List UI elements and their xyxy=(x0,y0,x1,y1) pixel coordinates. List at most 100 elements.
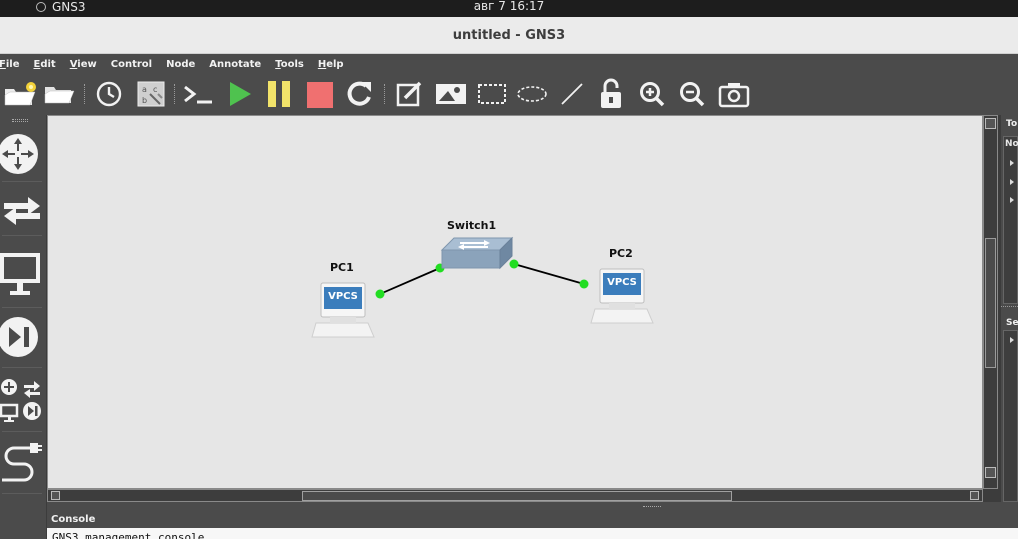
link-status-dot xyxy=(579,279,589,289)
servers-summary-title[interactable]: Se xyxy=(1006,318,1018,328)
menu-tools[interactable]: Tools xyxy=(275,59,304,70)
vpcs-badge: VPCS xyxy=(607,277,637,288)
console-output[interactable]: GNS3 management console. xyxy=(47,528,1018,539)
system-clock[interactable]: авг 7 16:17 xyxy=(0,0,1018,12)
svg-text:c: c xyxy=(153,85,157,94)
splitter-grip[interactable] xyxy=(643,506,661,507)
console-dock-header: Console xyxy=(47,512,1018,528)
add-note-icon[interactable] xyxy=(392,79,426,109)
node-pc1[interactable]: VPCS xyxy=(310,279,376,339)
topology-summary-title[interactable]: To xyxy=(1006,119,1017,129)
scroll-down-arrow[interactable] xyxy=(985,467,996,478)
draw-ellipse-icon[interactable] xyxy=(514,79,550,109)
show-interface-labels-icon[interactable]: acb xyxy=(134,79,168,109)
window-title: untitled - GNS3 xyxy=(452,28,566,43)
system-top-bar: GNS3 авг 7 16:17 xyxy=(0,0,1018,17)
stop-all-icon[interactable] xyxy=(302,79,336,109)
add-link-icon[interactable] xyxy=(0,437,44,489)
vpcs-icon xyxy=(590,268,654,324)
expand-arrow-icon[interactable] xyxy=(1010,160,1014,166)
menu-control-label: Control xyxy=(110,58,153,70)
new-project-icon[interactable] xyxy=(2,79,38,109)
insert-picture-icon[interactable] xyxy=(432,79,470,109)
dock-separator xyxy=(2,307,42,308)
gns3-screen: GNS3 авг 7 16:17 untitled - GNS3 File Ed… xyxy=(0,0,1018,539)
expand-arrow-icon[interactable] xyxy=(1010,197,1014,203)
node-label-pc2[interactable]: PC2 xyxy=(609,247,633,260)
browse-switches-icon[interactable] xyxy=(0,187,44,231)
menu-help-accel: H xyxy=(317,58,327,70)
expand-arrow-icon[interactable] xyxy=(1010,179,1014,185)
zoom-out-icon[interactable] xyxy=(676,79,708,109)
dock-separator xyxy=(2,181,42,182)
open-project-icon[interactable] xyxy=(42,79,76,109)
browse-routers-icon[interactable] xyxy=(0,131,44,177)
menu-file[interactable]: File xyxy=(0,59,19,70)
window-title-bar[interactable]: untitled - GNS3 xyxy=(0,17,1018,54)
expand-arrow-icon[interactable] xyxy=(1010,337,1014,343)
menu-bar: File Edit View Control Node Annotate Too… xyxy=(0,54,1018,74)
topology-links-layer xyxy=(375,259,589,299)
canvas-horizontal-scrollbar[interactable] xyxy=(47,489,983,502)
dock-separator xyxy=(2,235,42,236)
menu-help-rest: elp xyxy=(326,58,344,70)
menu-annotate-label: Annotate xyxy=(209,58,262,70)
console-all-icon[interactable] xyxy=(180,79,216,109)
reload-all-icon[interactable] xyxy=(342,79,376,109)
screenshot-icon[interactable] xyxy=(716,79,752,109)
browse-security-devices-icon[interactable] xyxy=(0,313,44,361)
menu-help[interactable]: Help xyxy=(318,59,344,70)
scroll-left-arrow[interactable] xyxy=(51,491,60,500)
node-pc2[interactable]: VPCS xyxy=(589,265,655,325)
scroll-right-arrow[interactable] xyxy=(970,491,979,500)
menu-control[interactable]: Control xyxy=(111,59,152,70)
canvas-vertical-scrollbar[interactable] xyxy=(983,115,998,489)
snapshot-icon[interactable] xyxy=(93,79,125,109)
console-text: GNS3 management console. xyxy=(52,531,211,539)
console-splitter[interactable] xyxy=(47,502,1018,512)
svg-text:a: a xyxy=(142,85,147,94)
vpcs-icon xyxy=(311,282,375,338)
node-label-pc1[interactable]: PC1 xyxy=(330,261,354,274)
toolbar-separator xyxy=(174,84,176,104)
menu-view-rest: iew xyxy=(77,58,97,70)
node-switch1[interactable] xyxy=(440,236,514,272)
menu-edit[interactable]: Edit xyxy=(33,59,55,70)
browse-end-devices-icon[interactable] xyxy=(0,249,44,299)
draw-line-icon[interactable] xyxy=(556,79,588,109)
menu-node[interactable]: Node xyxy=(166,59,195,70)
dock-separator xyxy=(2,493,42,494)
menu-edit-rest: dit xyxy=(40,58,56,70)
topology-canvas[interactable]: PC1 VPCS Switch1 PC2 VPCS xyxy=(47,115,983,489)
browse-all-devices-icon[interactable] xyxy=(0,373,44,425)
vertical-scroll-thumb[interactable] xyxy=(985,238,996,368)
device-browser-dock xyxy=(0,115,46,539)
dock-separator xyxy=(2,431,42,432)
scroll-up-arrow[interactable] xyxy=(985,118,996,129)
dock-separator xyxy=(2,367,42,368)
suspend-all-icon[interactable] xyxy=(262,79,296,109)
main-toolbar: acb xyxy=(0,74,1018,115)
menu-file-rest: ile xyxy=(5,58,20,70)
toolbar-separator xyxy=(84,84,86,104)
link-switch1-pc2[interactable] xyxy=(513,263,585,285)
node-label-switch1[interactable]: Switch1 xyxy=(447,219,496,232)
dock-grip[interactable] xyxy=(12,119,28,122)
servers-summary-panel[interactable] xyxy=(1003,330,1018,502)
draw-rectangle-icon[interactable] xyxy=(474,79,510,109)
lock-items-icon[interactable] xyxy=(594,78,628,109)
link-status-dot xyxy=(375,289,385,299)
menu-node-label: Node xyxy=(166,58,196,70)
menu-annotate[interactable]: Annotate xyxy=(209,59,261,70)
vpcs-badge: VPCS xyxy=(328,291,358,302)
menu-view[interactable]: View xyxy=(70,59,97,70)
dock-splitter[interactable] xyxy=(1001,306,1018,314)
menu-tools-rest: ools xyxy=(280,58,304,70)
svg-text:b: b xyxy=(142,96,147,105)
link-pc1-switch1[interactable] xyxy=(379,267,441,295)
console-title[interactable]: Console xyxy=(51,514,95,525)
topology-summary-column-header[interactable]: No xyxy=(1005,139,1018,149)
start-all-icon[interactable] xyxy=(222,79,256,109)
horizontal-scroll-thumb[interactable] xyxy=(302,491,732,501)
zoom-in-icon[interactable] xyxy=(636,79,668,109)
